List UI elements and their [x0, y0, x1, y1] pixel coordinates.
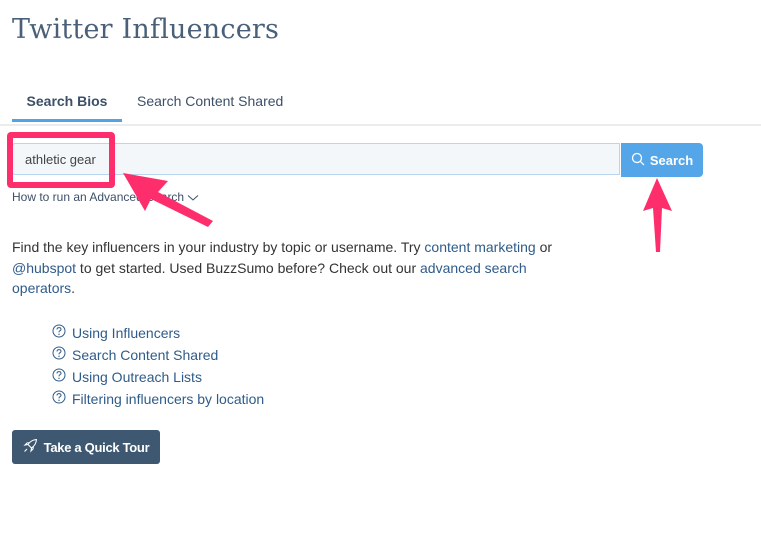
rocket-icon: [23, 438, 38, 456]
search-input[interactable]: [12, 143, 620, 175]
content-marketing-link[interactable]: content marketing: [424, 239, 535, 255]
intro-text-2: or: [535, 239, 553, 255]
help-link-using-outreach-lists[interactable]: Using Outreach Lists: [52, 366, 264, 388]
help-link-label: Using Influencers: [72, 325, 181, 341]
help-link-label: Filtering influencers by location: [72, 391, 265, 407]
annotation-arrow-up: [643, 178, 672, 252]
help-link-label: Search Content Shared: [72, 347, 219, 363]
search-button-label: Search: [649, 152, 694, 168]
search-button[interactable]: Search: [621, 143, 703, 177]
advanced-search-link[interactable]: How to run an Advanced Search: [12, 190, 199, 204]
help-circle-icon: [52, 345, 66, 365]
help-links-list: Using Influencers Search Content Shared …: [52, 322, 264, 410]
advanced-search-label: How to run an Advanced Search: [12, 190, 185, 204]
intro-text-1: Find the key influencers in your industr…: [12, 239, 425, 255]
help-circle-icon: [52, 323, 66, 343]
tab-bar: Search Bios Search Content Shared: [0, 86, 761, 126]
help-link-search-content-shared[interactable]: Search Content Shared: [52, 344, 264, 366]
page-title: Twitter Influencers: [12, 14, 280, 45]
help-link-using-influencers[interactable]: Using Influencers: [52, 322, 264, 344]
tab-search-bios[interactable]: Search Bios: [12, 92, 122, 122]
help-link-filtering-by-location[interactable]: Filtering influencers by location: [52, 388, 264, 410]
intro-text: Find the key influencers in your industr…: [12, 237, 572, 299]
help-circle-icon: [52, 389, 66, 409]
intro-text-4: .: [71, 280, 76, 296]
tab-search-content-shared[interactable]: Search Content Shared: [137, 92, 283, 122]
tour-button-label: Take a Quick Tour: [43, 439, 150, 455]
intro-text-3: to get started. Used BuzzSumo before? Ch…: [76, 259, 421, 276]
chevron-down-icon: [187, 190, 199, 204]
search-icon: [631, 152, 645, 169]
help-circle-icon: [52, 367, 66, 387]
help-link-label: Using Outreach Lists: [72, 369, 202, 385]
take-quick-tour-button[interactable]: Take a Quick Tour: [12, 430, 160, 464]
hubspot-link[interactable]: @hubspot: [12, 260, 76, 276]
